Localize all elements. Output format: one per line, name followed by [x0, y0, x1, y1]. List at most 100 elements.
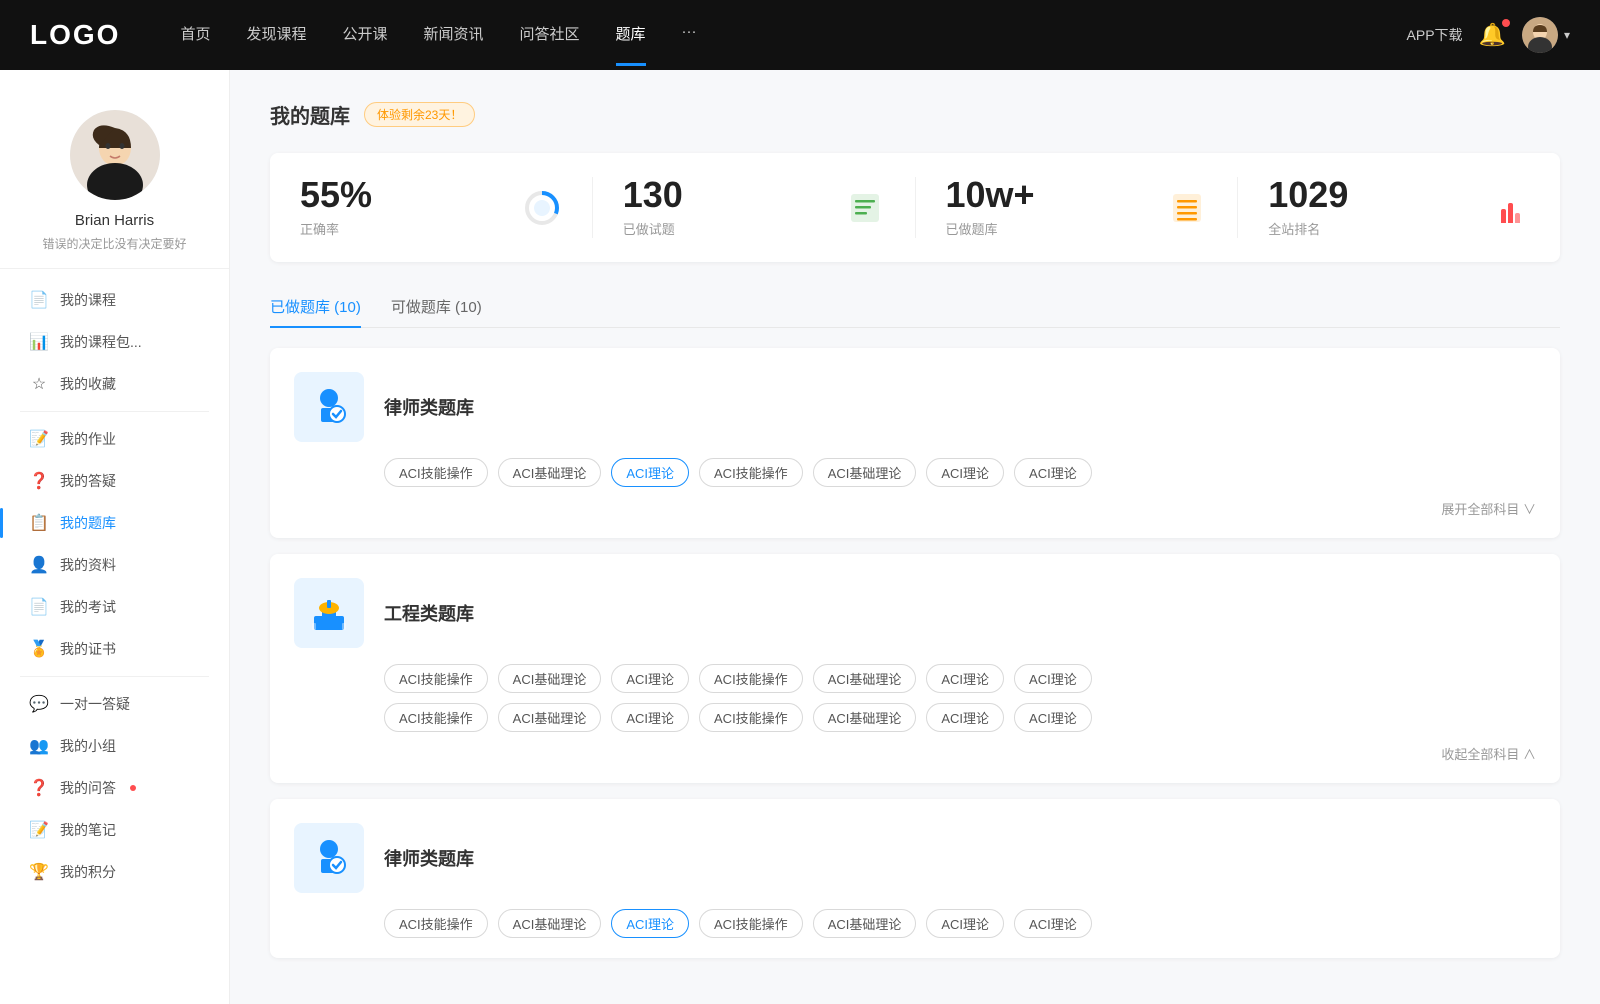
- nav-discover[interactable]: 发现课程: [246, 23, 306, 48]
- qbank-header-engineering: 工程类题库: [294, 578, 1536, 648]
- stat-banks-label: 已做题库: [946, 219, 1152, 238]
- qbank-tags-lawyer2: ACI技能操作 ACI基础理论 ACI理论 ACI技能操作 ACI基础理论 AC…: [294, 909, 1536, 938]
- tag[interactable]: ACI理论: [611, 703, 689, 732]
- profile-name: Brian Harris: [75, 212, 154, 229]
- tag[interactable]: ACI理论: [1014, 664, 1092, 693]
- sidebar-item-label: 我的课程: [60, 290, 116, 310]
- tag[interactable]: ACI技能操作: [384, 909, 488, 938]
- sidebar-item-favorites[interactable]: ☆ 我的收藏: [0, 363, 229, 405]
- tabs: 已做题库 (10) 可做题库 (10): [270, 286, 1560, 328]
- sidebar-item-exam[interactable]: 📄 我的考试: [0, 586, 229, 628]
- nav-home[interactable]: 首页: [180, 23, 210, 48]
- sidebar-item-homework[interactable]: 📝 我的作业: [0, 418, 229, 460]
- tag[interactable]: ACI基础理论: [498, 664, 602, 693]
- sidebar-item-course-package[interactable]: 📊 我的课程包...: [0, 321, 229, 363]
- app-download-button[interactable]: APP下载: [1407, 25, 1463, 45]
- certificate-icon: 🏅: [30, 640, 48, 658]
- stat-accuracy-value: 55%: [300, 177, 506, 213]
- qbank-icon-lawyer: [294, 372, 364, 442]
- banks-done-icon: [1167, 188, 1207, 228]
- sidebar-item-label: 一对一答疑: [60, 694, 130, 714]
- tag[interactable]: ACI技能操作: [384, 703, 488, 732]
- tag[interactable]: ACI技能操作: [699, 703, 803, 732]
- sidebar-item-groups[interactable]: 👥 我的小组: [0, 725, 229, 767]
- course-package-icon: 📊: [30, 333, 48, 351]
- sidebar-item-label: 我的收藏: [60, 374, 116, 394]
- chevron-down-icon: ▾: [1564, 28, 1570, 42]
- expand-link-lawyer[interactable]: 展开全部科目 ∨: [1441, 499, 1536, 518]
- sidebar-item-label: 我的笔记: [60, 820, 116, 840]
- nav-qa[interactable]: 问答社区: [520, 23, 580, 48]
- accuracy-chart-icon: [522, 188, 562, 228]
- sidebar-divider-1: [20, 411, 209, 412]
- stat-accuracy-label: 正确率: [300, 219, 506, 238]
- tag[interactable]: ACI理论: [926, 909, 1004, 938]
- page-header: 我的题库 体验剩余23天！: [270, 100, 1560, 129]
- tag[interactable]: ACI理论: [1014, 909, 1092, 938]
- tag-selected[interactable]: ACI理论: [611, 909, 689, 938]
- sidebar-item-question-bank[interactable]: 📋 我的题库: [0, 502, 229, 544]
- stat-banks-text: 10w+ 已做题库: [946, 177, 1152, 238]
- collapse-link-engineering[interactable]: 收起全部科目 ∧: [1441, 744, 1536, 763]
- sidebar-item-notes[interactable]: 📝 我的笔记: [0, 809, 229, 851]
- questions-done-icon: [845, 188, 885, 228]
- notes-icon: 📝: [30, 821, 48, 839]
- tag[interactable]: ACI理论: [611, 664, 689, 693]
- tag[interactable]: ACI基础理论: [498, 458, 602, 487]
- my-qa-icon: ❓: [30, 779, 48, 797]
- qbank-header-lawyer: 律师类题库: [294, 372, 1536, 442]
- tag[interactable]: ACI技能操作: [699, 909, 803, 938]
- qbank-name-lawyer: 律师类题库: [384, 394, 474, 420]
- tag[interactable]: ACI技能操作: [384, 664, 488, 693]
- tag[interactable]: ACI基础理论: [498, 703, 602, 732]
- nav-news[interactable]: 新闻资讯: [424, 23, 484, 48]
- sidebar-item-one-on-one[interactable]: 💬 一对一答疑: [0, 683, 229, 725]
- tag[interactable]: ACI基础理论: [813, 458, 917, 487]
- tag[interactable]: ACI基础理论: [813, 703, 917, 732]
- tag[interactable]: ACI基础理论: [813, 664, 917, 693]
- tag[interactable]: ACI理论: [926, 458, 1004, 487]
- qbank-tags-lawyer: ACI技能操作 ACI基础理论 ACI理论 ACI技能操作 ACI基础理论 AC…: [294, 458, 1536, 487]
- sidebar-item-points[interactable]: 🏆 我的积分: [0, 851, 229, 893]
- groups-icon: 👥: [30, 737, 48, 755]
- tag[interactable]: ACI理论: [1014, 458, 1092, 487]
- sidebar-item-certificate[interactable]: 🏅 我的证书: [0, 628, 229, 670]
- topnav-right: APP下载 🔔 ▾: [1407, 17, 1570, 53]
- stat-questions-done: 130 已做试题: [593, 177, 916, 238]
- tag-selected[interactable]: ACI理论: [611, 458, 689, 487]
- page-title: 我的题库: [270, 100, 350, 129]
- qbank-icon-engineering: [294, 578, 364, 648]
- tag[interactable]: ACI理论: [1014, 703, 1092, 732]
- tab-done[interactable]: 已做题库 (10): [270, 286, 361, 327]
- tag[interactable]: ACI基础理论: [813, 909, 917, 938]
- sidebar-item-qa[interactable]: ❓ 我的答疑: [0, 460, 229, 502]
- tag[interactable]: ACI理论: [926, 703, 1004, 732]
- notification-bell[interactable]: 🔔: [1479, 22, 1506, 48]
- sidebar-item-label: 我的积分: [60, 862, 116, 882]
- qa-icon: ❓: [30, 472, 48, 490]
- qa-notification-dot: [130, 785, 136, 791]
- qbank-card-lawyer: 律师类题库 ACI技能操作 ACI基础理论 ACI理论 ACI技能操作 ACI基…: [270, 348, 1560, 538]
- tag[interactable]: ACI技能操作: [699, 664, 803, 693]
- sidebar-item-profile[interactable]: 👤 我的资料: [0, 544, 229, 586]
- user-avatar-menu[interactable]: ▾: [1522, 17, 1570, 53]
- qbank-card-lawyer2: 律师类题库 ACI技能操作 ACI基础理论 ACI理论 ACI技能操作 ACI基…: [270, 799, 1560, 958]
- nav-question-bank[interactable]: 题库: [616, 23, 646, 48]
- tag[interactable]: ACI技能操作: [384, 458, 488, 487]
- stat-rank-value: 1029: [1268, 177, 1474, 213]
- topnav: LOGO 首页 发现课程 公开课 新闻资讯 问答社区 题库 ··· APP下载 …: [0, 0, 1600, 70]
- notification-badge: [1502, 19, 1510, 27]
- stat-questions-label: 已做试题: [623, 219, 829, 238]
- sidebar-item-my-courses[interactable]: 📄 我的课程: [0, 279, 229, 321]
- tag[interactable]: ACI理论: [926, 664, 1004, 693]
- tab-available[interactable]: 可做题库 (10): [391, 286, 482, 327]
- nav-more[interactable]: ···: [682, 23, 697, 48]
- trial-badge: 体验剩余23天！: [364, 102, 475, 127]
- tag[interactable]: ACI基础理论: [498, 909, 602, 938]
- tag[interactable]: ACI技能操作: [699, 458, 803, 487]
- sidebar-item-my-qa[interactable]: ❓ 我的问答: [0, 767, 229, 809]
- sidebar-item-label: 我的考试: [60, 597, 116, 617]
- nav-open-course[interactable]: 公开课: [342, 23, 387, 48]
- qbank-icon-lawyer2: [294, 823, 364, 893]
- one-on-one-icon: 💬: [30, 695, 48, 713]
